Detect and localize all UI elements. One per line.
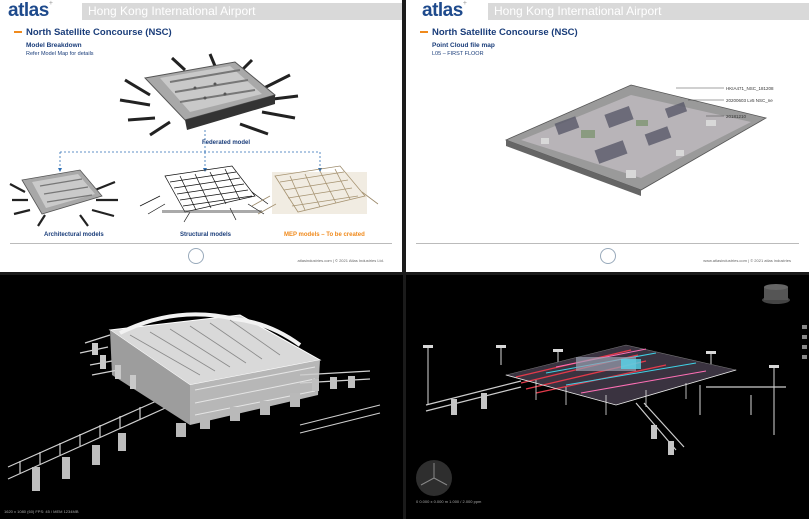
point-cloud-map-image xyxy=(504,84,768,196)
footer-text: www.atlasindustries.com | © 2021 atlas i… xyxy=(703,258,791,263)
footer-seal-icon xyxy=(188,248,204,264)
viewer-status-bar: 1620 x 1080 (60) FPS: 45 / MEM 1234MB xyxy=(4,509,79,514)
slide-model-breakdown: atlas+ Hong Kong International Airport N… xyxy=(0,0,402,272)
building-wireframe-render xyxy=(7,312,381,491)
federated-model-caption: Federated model xyxy=(202,140,251,146)
mep-models-caption: MEP models – To be created xyxy=(284,232,365,238)
footer-text: atlasindustries.com | © 2021 Atlas Indus… xyxy=(297,258,384,263)
footer-seal-icon xyxy=(600,248,616,264)
architectural-models-caption: Architectural models xyxy=(44,232,104,238)
footer-divider xyxy=(10,243,392,244)
slide-point-cloud-map: atlas+ Hong Kong International Airport N… xyxy=(406,0,809,272)
point-cloud-label-2: 20200603 Lv5 NSC_ne xyxy=(726,98,773,103)
viewer-3d-mep[interactable]: 0 0.000 x 0.000 m 1.000 / 2.000 ppm xyxy=(406,275,809,519)
mep-point-render xyxy=(416,284,807,496)
point-cloud-label-1: HKIA471_NSC_181208 xyxy=(726,86,774,91)
structural-models-caption: Structural models xyxy=(180,232,232,238)
point-cloud-label-3: 20181210 xyxy=(726,114,747,119)
viewer-3d-architectural[interactable]: 1620 x 1080 (60) FPS: 45 / MEM 1234MB xyxy=(0,275,403,519)
viewer-status-bar: 0 0.000 x 0.000 m 1.000 / 2.000 ppm xyxy=(416,499,482,504)
footer-divider xyxy=(416,243,799,244)
